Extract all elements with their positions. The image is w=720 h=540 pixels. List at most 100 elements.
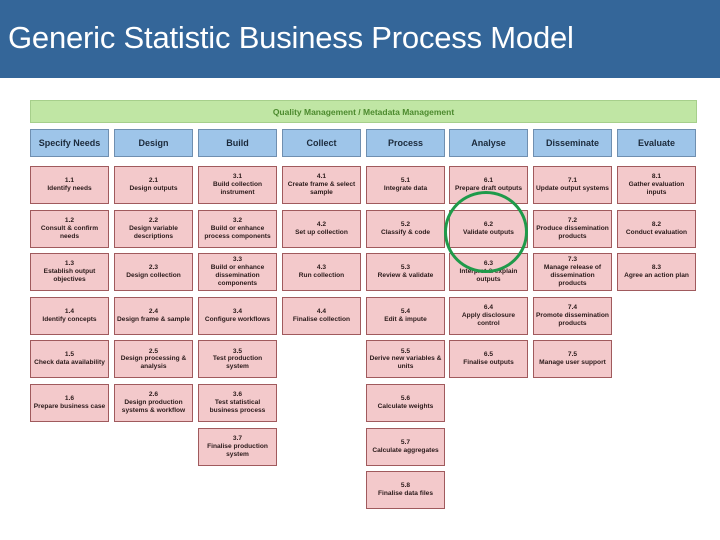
quality-management-bar: Quality Management / Metadata Management [30,100,697,123]
subprocess-label: Build collection instrument [212,181,263,196]
subprocess-label: Test statistical business process [209,399,266,414]
subprocess-8-3: 8.3 Agree an action plan [617,253,696,292]
subprocess-3-2: 3.2 Build or enhance process components [198,209,277,248]
subprocess-number: 3.2 [232,216,243,224]
subprocess-number: 2.2 [148,216,159,224]
subprocess-number: 7.2 [567,216,578,224]
subprocess-number: 7.3 [567,256,578,264]
subprocess-number: 2.5 [148,347,159,355]
subprocess-number: 6.5 [483,351,494,359]
subprocess-label: Gather evaluation inputs [628,181,685,196]
subprocess-6-1: 6.1 Prepare draft outputs [449,166,528,204]
subprocess-3-4: 3.4 Configure workflows [198,296,277,335]
subprocess-5-7: 5.7 Calculate aggregates [366,427,445,466]
subprocess-label: Classify & code [380,228,431,236]
subprocess-number: 1.5 [64,351,75,359]
subprocess-label: Manage user support [539,359,606,367]
subprocess-label: Calculate aggregates [372,446,439,454]
subprocess-label: Design collection [126,272,181,280]
subprocess-label: Finalise data files [378,490,433,498]
subprocess-6-3: 6.3 Interpret & explain outputs [449,253,528,292]
subprocess-4-4: 4.4 Finalise collection [282,296,361,335]
subprocess-5-8: 5.8 Finalise data files [366,471,445,510]
subprocess-8-2: 8.2 Conduct evaluation [617,209,696,248]
subprocess-label: Design processing & analysis [120,355,187,371]
subprocess-4-1: 4.1 Create frame & select sample [282,166,361,204]
subprocess-1-6: 1.6 Prepare business case [30,384,109,422]
subprocess-label: Build or enhance dissemination component… [210,264,265,288]
subprocess-number: 8.3 [651,264,662,272]
subprocess-label: Update output systems [536,185,609,192]
subprocess-label: Promote dissemination products [536,311,609,327]
subprocess-label: Set up collection [295,228,348,236]
subprocess-6-5: 6.5 Finalise outputs [449,340,528,379]
subprocess-label: Finalise outputs [463,359,514,367]
subprocess-2-1: 2.1 Design outputs [114,166,193,204]
subprocess-label: Identify concepts [42,315,97,323]
subprocess-number: 6.1 [483,177,494,185]
subprocess-label: Build or enhance process components [204,224,271,240]
subprocess-label: Apply disclosure control [461,311,516,327]
phase-header-analyse: Analyse [449,129,528,157]
subprocess-2-3: 2.3 Design collection [114,253,193,292]
subprocess-label: Finalise production system [207,442,268,458]
subprocess-number: 7.1 [567,177,578,185]
subprocess-number: 5.2 [400,220,411,228]
subprocess-3-6: 3.6 Test statistical business process [198,384,277,422]
subprocess-3-1: 3.1 Build collection instrument [198,166,277,204]
subprocess-number: 4.4 [316,307,327,315]
phase-header-process: Process [366,129,445,157]
subprocess-label: Design variable descriptions [129,224,178,240]
subprocess-label: Validate outputs [463,228,514,236]
subprocess-number: 5.8 [400,482,411,490]
subprocess-number: 4.1 [316,173,327,181]
subprocess-label: Run collection [298,272,345,280]
subprocess-number: 1.6 [64,395,75,403]
subprocess-label: Design frame & sample [117,315,190,323]
subprocess-label: Design production systems & workflow [121,399,186,414]
subprocess-7-1: 7.1 Update output systems [533,166,612,204]
subprocess-number: 4.2 [316,220,327,228]
subprocess-number: 1.1 [64,177,75,185]
phase-header-collect: Collect [282,129,361,157]
subprocess-label: Create frame & select sample [287,181,356,196]
subprocess-3-7: 3.7 Finalise production system [198,427,277,466]
subprocess-label: Edit & impute [384,315,427,323]
subprocess-number: 5.1 [400,177,411,185]
subprocess-label: Check data availability [34,359,105,367]
subprocess-number: 3.6 [232,391,243,399]
subprocess-label: Configure workflows [204,315,271,323]
subprocess-5-5: 5.5 Derive new variables & units [366,340,445,379]
subprocess-3-3: 3.3 Build or enhance dissemination compon… [198,253,277,292]
subprocess-number: 6.3 [483,260,494,268]
subprocess-number: 5.4 [400,307,411,315]
subprocess-label: Review & validate [377,272,434,280]
subprocess-6-4: 6.4 Apply disclosure control [449,296,528,335]
title-bar: Generic Statistic Business Process Model [0,0,720,78]
subprocess-5-2: 5.2 Classify & code [366,209,445,248]
subprocess-8-1: 8.1 Gather evaluation inputs [617,166,696,204]
subprocess-3-5: 3.5 Test production system [198,340,277,379]
subprocess-label: Interpret & explain outputs [459,268,518,284]
subprocess-number: 5.5 [400,347,411,355]
subprocess-label: Agree an action plan [624,272,689,280]
phase-header-evaluate: Evaluate [617,129,696,157]
subprocess-label: Produce dissemination products [536,224,609,240]
subprocess-number: 7.4 [567,303,578,311]
subprocess-number: 5.6 [400,395,411,403]
subprocess-label: Test production system [212,355,263,371]
phase-header-design: Design [114,129,193,157]
subprocess-4-3: 4.3 Run collection [282,253,361,292]
subprocess-1-2: 1.2 Consult & confirm needs [30,209,109,248]
subprocess-number: 8.1 [651,173,662,181]
subprocess-7-3: 7.3 Manage release of dissemination produ… [533,253,612,292]
subprocess-4-2: 4.2 Set up collection [282,209,361,248]
subprocess-number: 1.3 [64,260,75,268]
subprocess-label: Integrate data [383,185,428,192]
subprocess-number: 3.5 [232,347,243,355]
subprocess-label: Identify needs [47,185,92,192]
subprocess-number: 2.4 [148,307,159,315]
subprocess-number: 2.6 [148,391,159,399]
subprocess-label: Prepare draft outputs [454,185,523,192]
subprocess-label: Design outputs [129,185,178,192]
